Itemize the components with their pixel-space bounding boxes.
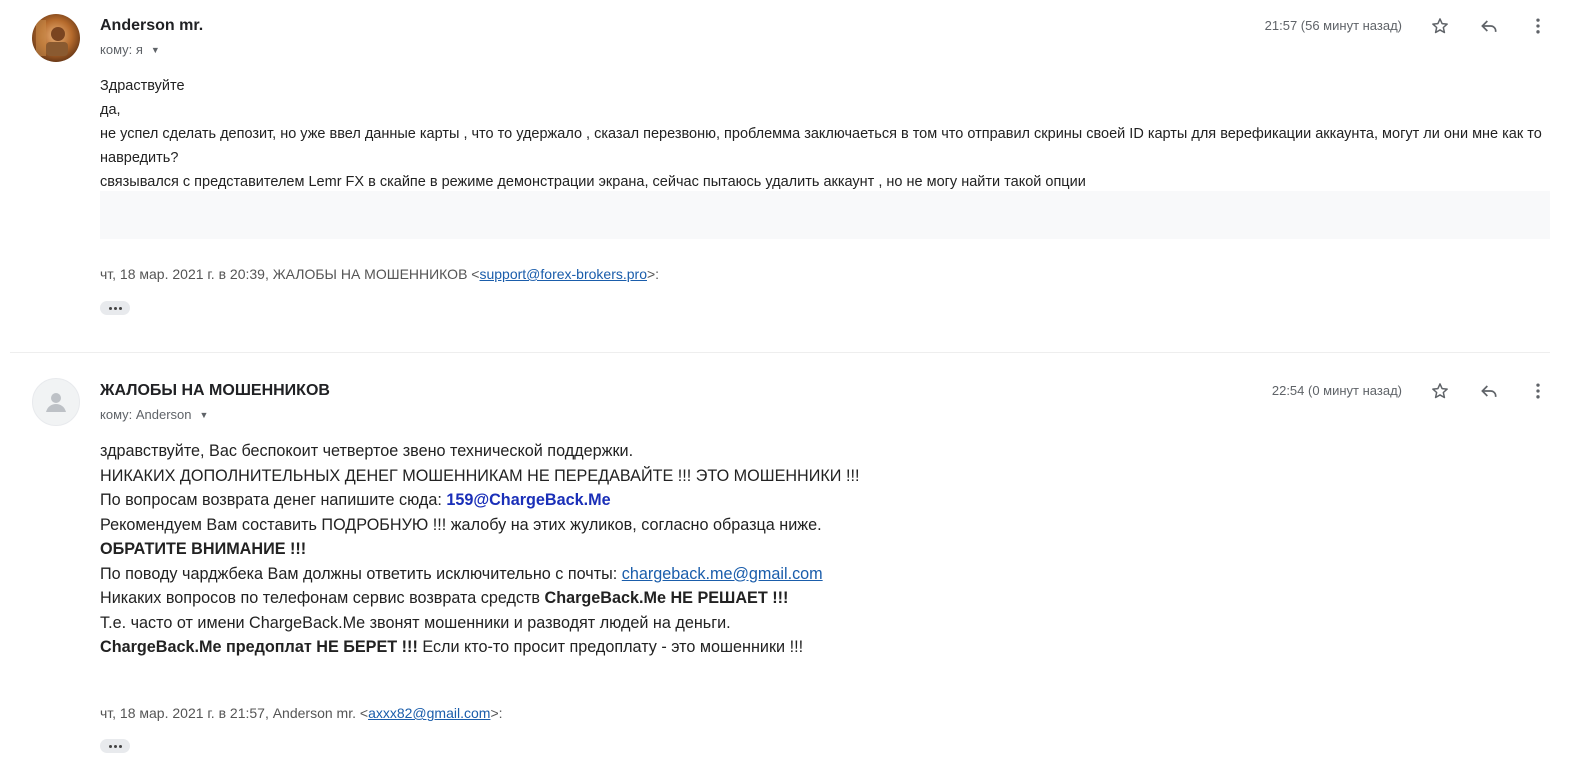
warning-heading: ОБРАТИТЕ ВНИМАНИЕ !!!	[100, 540, 307, 558]
message-1: Anderson mr. кому: я ▼ 21:57 (56 минут н…	[0, 0, 1589, 352]
message-time: 21:57 (56 минут назад)	[1264, 18, 1402, 33]
show-trimmed-content-icon[interactable]	[100, 301, 130, 315]
message-body: здравствуйте, Вас беспокоит четвертое зв…	[100, 439, 1549, 660]
body-line: Здраствуйте	[100, 78, 185, 94]
chargeback-email-link[interactable]: chargeback.me@gmail.com	[622, 565, 823, 583]
body-line: Т.е. часто от имени ChargeBack.Me звонят…	[100, 613, 731, 632]
quote-header: чт, 18 мар. 2021 г. в 21:57, Anderson mr…	[100, 705, 503, 721]
quote-header-text: чт, 18 мар. 2021 г. в 21:57, Anderson mr…	[100, 705, 369, 721]
message-2: ЖАЛОБЫ НА МОШЕННИКОВ кому: Anderson ▼ 22…	[0, 353, 1589, 767]
recipient-label: кому: я	[100, 42, 143, 57]
star-icon[interactable]	[1426, 377, 1454, 405]
quote-header-suffix: >:	[490, 705, 503, 721]
recipient-details[interactable]: кому: Anderson ▼	[100, 407, 208, 422]
empty-block	[100, 191, 1550, 239]
body-line: По вопросам возврата денег напишите сюда…	[100, 488, 1549, 513]
sender-avatar[interactable]	[32, 378, 80, 426]
person-icon	[46, 393, 66, 412]
show-trimmed-content-icon[interactable]	[100, 739, 130, 753]
more-vert-icon[interactable]	[1524, 12, 1552, 40]
body-line: Рекомендуем Вам составить ПОДРОБНУЮ !!! …	[100, 515, 822, 534]
body-bold-text: ChargeBack.Me предоплат НЕ БЕРЕТ !!!	[100, 638, 418, 656]
star-icon[interactable]	[1426, 12, 1454, 40]
more-vert-icon[interactable]	[1524, 377, 1552, 405]
chevron-down-icon[interactable]: ▼	[151, 45, 160, 55]
body-line: ChargeBack.Me предоплат НЕ БЕРЕТ !!! Есл…	[100, 635, 1549, 660]
body-bold-text: ChargeBack.Me НЕ РЕШАЕТ !!!	[544, 589, 789, 607]
body-text: Если кто-то просит предоплату - это моше…	[417, 638, 804, 656]
sender-name[interactable]: Anderson mr.	[100, 17, 203, 35]
body-line: да,	[100, 102, 121, 118]
message-time: 22:54 (0 минут назад)	[1271, 383, 1402, 398]
recipient-details[interactable]: кому: я ▼	[100, 42, 160, 57]
body-text: По поводу чарджбека Вам должны ответить …	[100, 564, 622, 583]
body-line: ОБРАТИТЕ ВНИМАНИЕ !!!	[100, 537, 1549, 562]
reply-icon[interactable]	[1475, 12, 1503, 40]
reply-icon[interactable]	[1475, 377, 1503, 405]
body-line: Никаких вопросов по телефонам сервис воз…	[100, 586, 1549, 611]
recipient-label: кому: Anderson	[100, 407, 192, 422]
body-line: По поводу чарджбека Вам должны ответить …	[100, 562, 1549, 587]
sender-name[interactable]: ЖАЛОБЫ НА МОШЕННИКОВ	[100, 382, 330, 400]
quote-email-link[interactable]: support@forex-brokers.pro	[479, 266, 647, 282]
quote-header: чт, 18 мар. 2021 г. в 20:39, ЖАЛОБЫ НА М…	[100, 266, 659, 282]
body-text: По вопросам возврата денег напишите сюда…	[100, 491, 447, 509]
body-line: здравствуйте, Вас беспокоит четвертое зв…	[100, 442, 634, 460]
quote-email-link[interactable]: axxx82@gmail.com	[368, 705, 490, 721]
sender-avatar[interactable]	[32, 14, 80, 62]
body-text: Никаких вопросов по телефонам сервис воз…	[100, 589, 545, 607]
message-body: Здраствуйте да, не успел сделать депозит…	[100, 74, 1549, 194]
chevron-down-icon[interactable]: ▼	[200, 410, 209, 420]
body-line: не успел сделать депозит, но уже ввел да…	[100, 126, 1542, 166]
body-line: НИКАКИХ ДОПОЛНИТЕЛЬНЫХ ДЕНЕГ МОШЕННИКАМ …	[100, 466, 860, 485]
support-email[interactable]: 159@ChargeBack.Me	[446, 491, 610, 509]
quote-header-text: чт, 18 мар. 2021 г. в 20:39, ЖАЛОБЫ НА М…	[100, 266, 480, 282]
quote-header-suffix: >:	[647, 266, 660, 282]
